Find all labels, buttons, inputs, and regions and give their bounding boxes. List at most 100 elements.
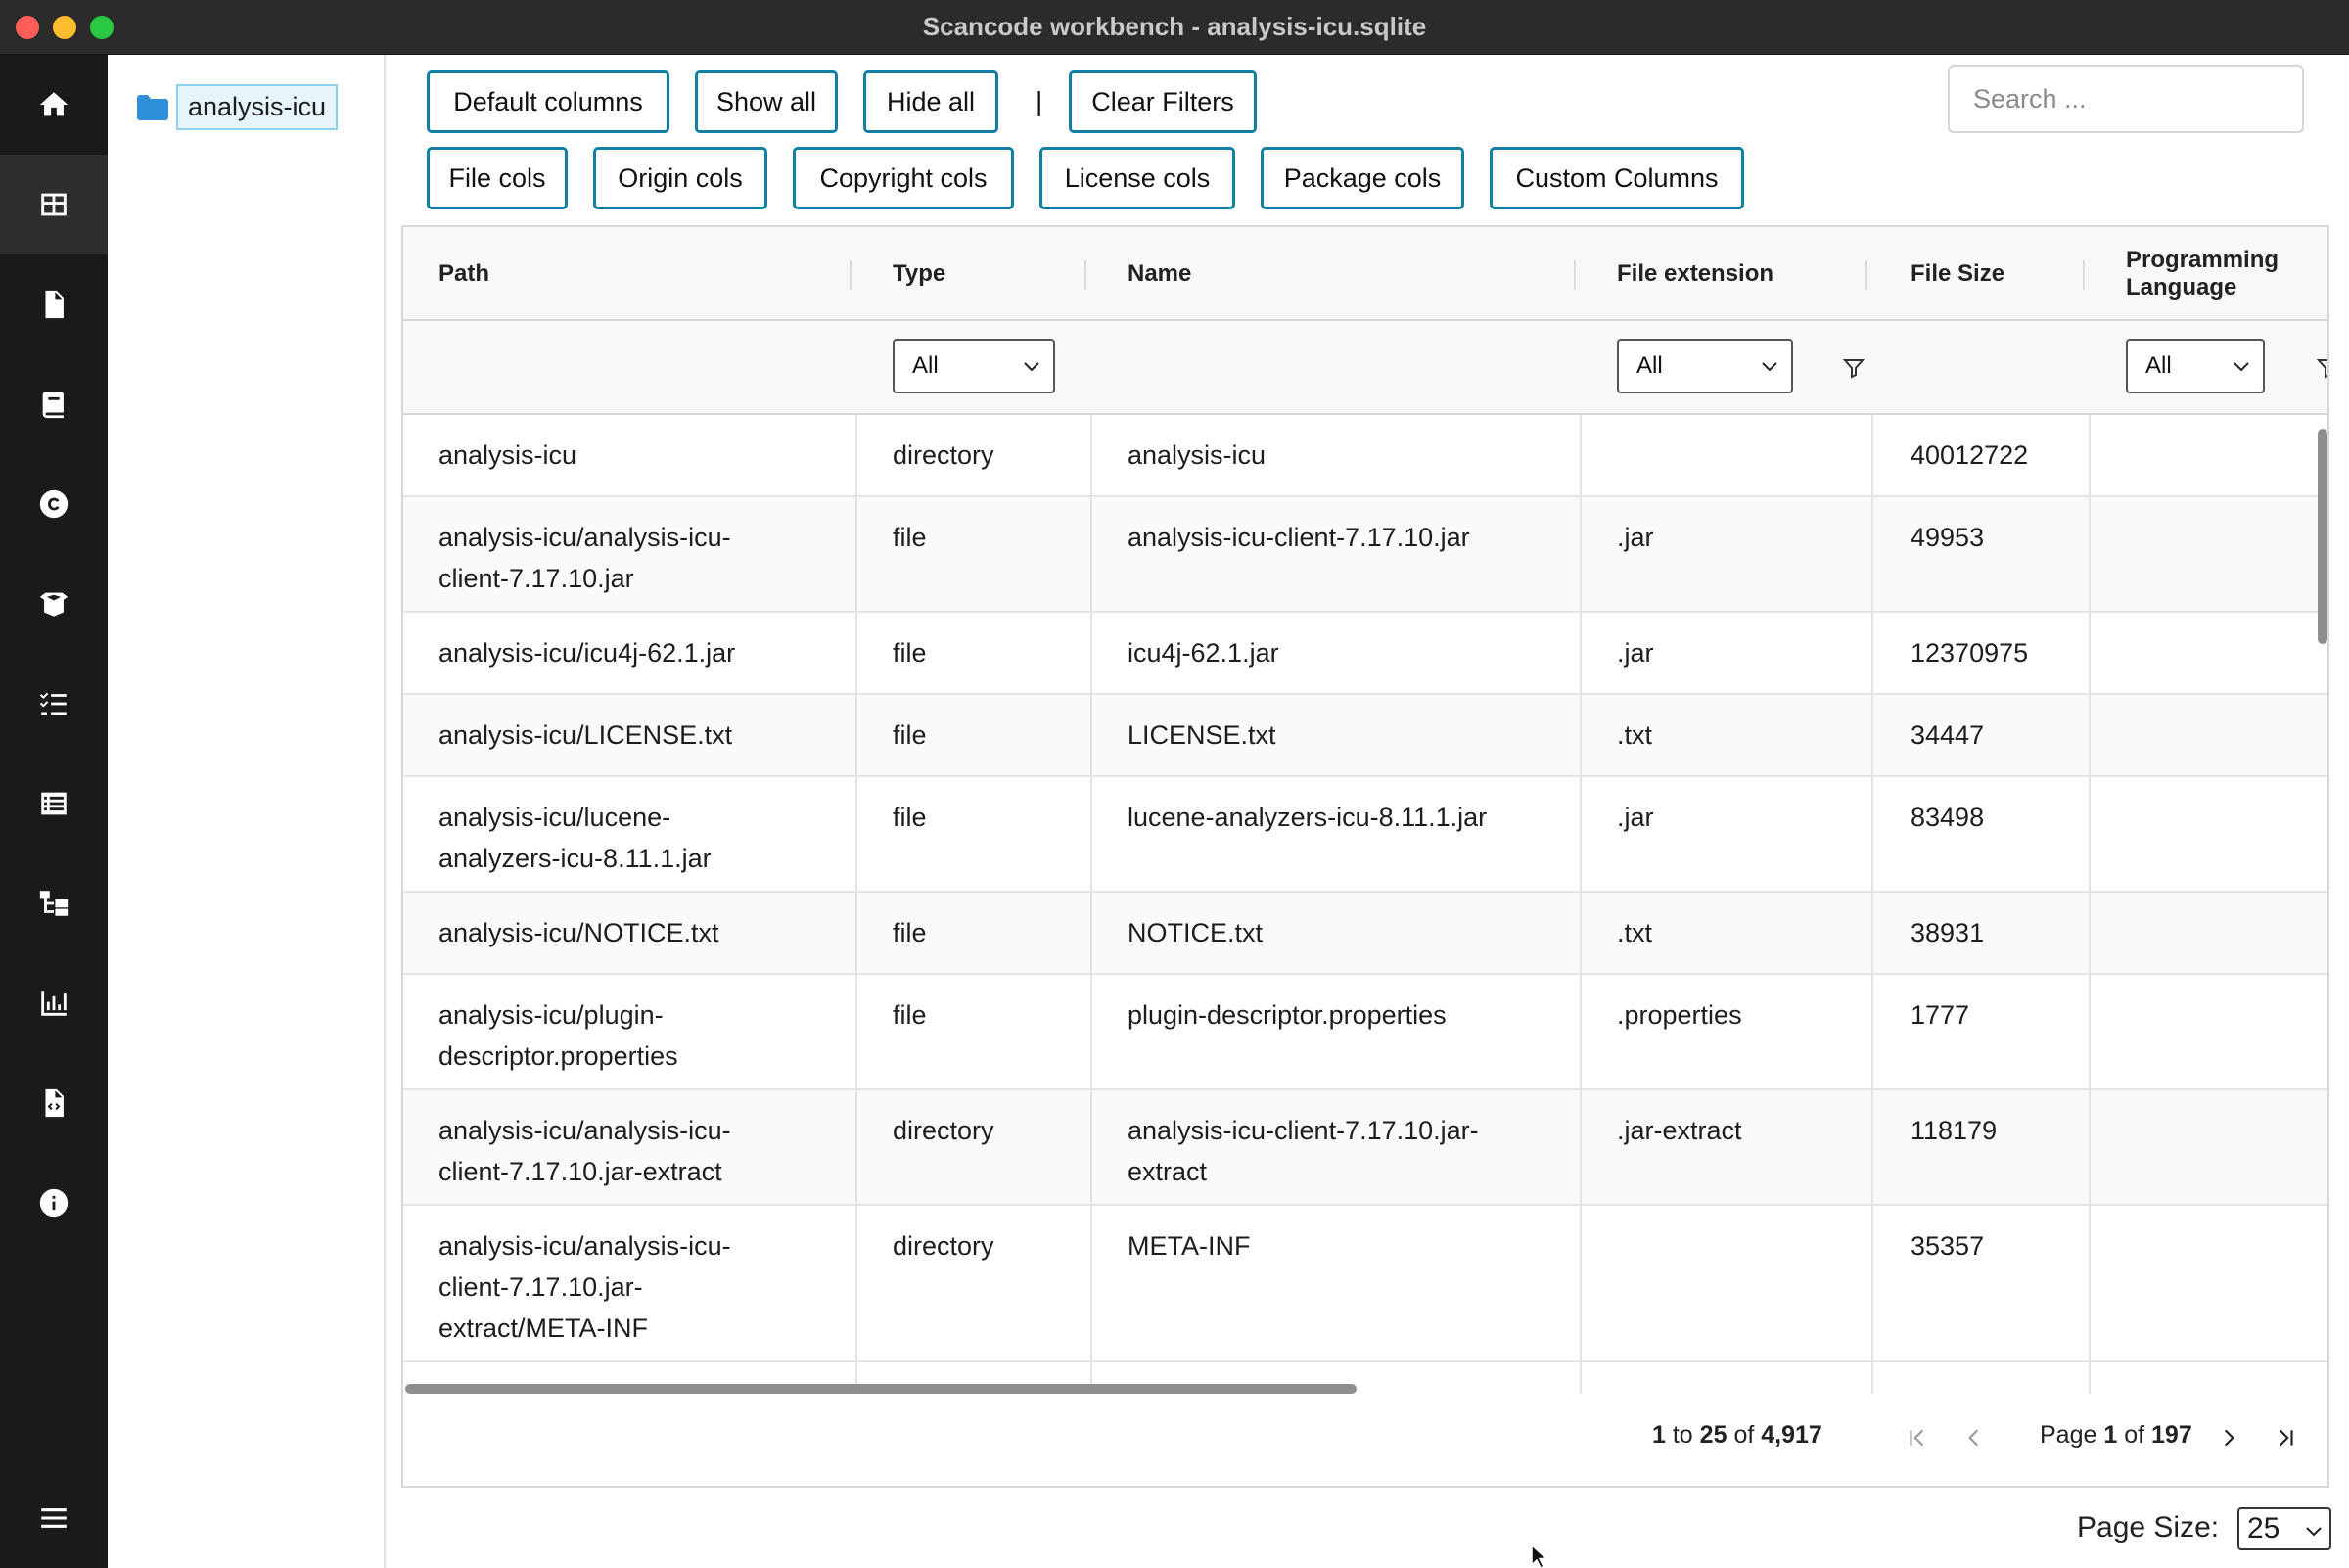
- cell-name-line: analysis-icu: [1128, 440, 1267, 470]
- file-cols-button[interactable]: File cols: [427, 147, 568, 209]
- previous-page-button[interactable]: [1958, 1421, 1991, 1454]
- default-columns-button[interactable]: Default columns: [427, 70, 669, 133]
- nav-menu-toggle[interactable]: [0, 1468, 108, 1568]
- nav-license-info[interactable]: [0, 354, 108, 454]
- page-size-select[interactable]: 25: [2237, 1507, 2331, 1550]
- header-type[interactable]: Type: [893, 227, 945, 321]
- table-row[interactable]: analysis-icu/analysis-icu-client-7.17.10…: [403, 1206, 2327, 1362]
- last-page-button[interactable]: [2269, 1421, 2302, 1454]
- current-page: 1: [2103, 1421, 2118, 1449]
- dependency-list-icon: [39, 692, 67, 715]
- nav-tree-view[interactable]: [0, 853, 108, 953]
- type-filter-select[interactable]: All: [893, 339, 1055, 393]
- nav-copyright[interactable]: [0, 454, 108, 554]
- cell-file-extension: .jar: [1617, 523, 1654, 552]
- column-resize-handle[interactable]: [1084, 260, 1086, 290]
- maximize-window-button[interactable]: [90, 16, 114, 39]
- cell-name: plugin-descriptor.properties: [1128, 994, 1447, 1036]
- range-total: 4,917: [1761, 1421, 1822, 1449]
- nav-scan-info[interactable]: [0, 1053, 108, 1153]
- package-cols-button[interactable]: Package cols: [1261, 147, 1464, 209]
- cell-type: file: [893, 720, 927, 750]
- cell-name-line: NOTICE.txt: [1128, 918, 1264, 947]
- nav-file-info[interactable]: [0, 254, 108, 354]
- table-row[interactable]: analysis-icu/icu4j-62.1.jar file icu4j-62.…: [403, 613, 2327, 695]
- page-size-value: 25: [2247, 1512, 2280, 1545]
- window-controls: [16, 16, 114, 39]
- table-row[interactable]: analysis-icu/plugin-descriptor.propertie…: [403, 975, 2327, 1090]
- cell-file-extension: .txt: [1617, 918, 1653, 947]
- tree-node-label[interactable]: analysis-icu: [176, 84, 339, 130]
- nav-dependencies[interactable]: [0, 654, 108, 754]
- programming-language-filter-select[interactable]: All: [2126, 339, 2265, 393]
- nav-home[interactable]: [0, 55, 108, 155]
- license-cols-button[interactable]: License cols: [1039, 147, 1235, 209]
- cell-path-line: analysis-icu/NOTICE.txt: [438, 918, 719, 947]
- about-info-icon: [39, 1188, 69, 1218]
- cell-name-line: extract: [1128, 1157, 1208, 1186]
- column-divider: [2089, 415, 2091, 1394]
- nav-about[interactable]: [0, 1153, 108, 1253]
- header-file-extension[interactable]: File extension: [1617, 227, 1773, 321]
- cell-type: file: [893, 918, 927, 947]
- header-path[interactable]: Path: [438, 227, 489, 321]
- nav-chart-summary[interactable]: [0, 953, 108, 1053]
- table-row[interactable]: analysis-icu/lucene-analyzers-icu-8.11.1…: [403, 777, 2327, 893]
- page-count: 197: [2151, 1421, 2192, 1449]
- nav-packages[interactable]: [0, 554, 108, 654]
- cell-file-size: 83498: [1911, 803, 1985, 832]
- next-page-button[interactable]: [2212, 1421, 2245, 1454]
- column-divider: [1090, 415, 1092, 1394]
- table-row[interactable]: analysis-icu/analysis-icu-client-7.17.10…: [403, 497, 2327, 613]
- cell-path-line: analysis-icu/analysis-icu-: [438, 523, 731, 552]
- horizontal-scrollbar[interactable]: [405, 1384, 1357, 1394]
- vertical-scrollbar[interactable]: [2318, 429, 2327, 644]
- copyright-cols-button[interactable]: Copyright cols: [793, 147, 1014, 209]
- cell-path: analysis-icu/lucene-analyzers-icu-8.11.1…: [438, 797, 712, 879]
- cell-name-line: analysis-icu-client-7.17.10.jar-: [1128, 1116, 1479, 1145]
- pagination-bar: 1 to 25 of 4,917 Page 1 of 197: [401, 1394, 2329, 1488]
- column-resize-handle[interactable]: [2083, 260, 2085, 290]
- cell-path-line: analysis-icu: [438, 440, 577, 470]
- cell-path-line: analysis-icu/lucene-: [438, 803, 671, 832]
- table-row[interactable]: analysis-icu/NOTICE.txt file NOTICE.txt .tx…: [403, 893, 2327, 975]
- header-name[interactable]: Name: [1128, 227, 1191, 321]
- header-programming-language[interactable]: Programming Language: [2126, 227, 2279, 321]
- window-title: Scancode workbench - analysis-icu.sqlite: [922, 12, 1427, 41]
- clear-filters-button[interactable]: Clear Filters: [1069, 70, 1257, 133]
- header-file-size[interactable]: File Size: [1911, 227, 2004, 321]
- header-programming-language-line1: Programming: [2126, 247, 2280, 273]
- chart-summary-icon: [41, 991, 67, 1016]
- cell-path-line: client-7.17.10.jar-extract: [438, 1157, 722, 1186]
- custom-columns-button[interactable]: Custom Columns: [1490, 147, 1744, 209]
- show-all-button[interactable]: Show all: [695, 70, 838, 133]
- cell-path: analysis-icu/analysis-icu-client-7.17.10…: [438, 517, 731, 599]
- license-info-icon: [42, 392, 64, 419]
- table-row[interactable]: analysis-icu/LICENSE.txt file LICENSE.txt.…: [403, 695, 2327, 777]
- file-extension-filter-select[interactable]: All: [1617, 339, 1793, 393]
- nav-table-view[interactable]: [0, 155, 108, 254]
- programming-language-filter-value: All: [2145, 352, 2172, 379]
- table-row[interactable]: analysis-icu/analysis-icu-client-7.17.10…: [403, 1090, 2327, 1206]
- data-grid: Path Type Name File extension File Size …: [401, 225, 2329, 1396]
- column-resize-handle[interactable]: [850, 260, 852, 290]
- column-resize-handle[interactable]: [1865, 260, 1867, 290]
- first-page-button[interactable]: [1901, 1421, 1934, 1454]
- cell-path: analysis-icu/analysis-icu-client-7.17.10…: [438, 1225, 731, 1349]
- cell-file-size: 1777: [1911, 1000, 1970, 1030]
- close-window-button[interactable]: [16, 16, 39, 39]
- filter-funnel-icon[interactable]: [2316, 356, 2329, 380]
- minimize-window-button[interactable]: [53, 16, 76, 39]
- column-resize-handle[interactable]: [1574, 260, 1576, 290]
- chevron-down-icon: [1024, 362, 1039, 372]
- filter-funnel-icon[interactable]: [1842, 356, 1865, 380]
- table-row[interactable]: analysis-icu directory analysis-icu 4001272…: [403, 415, 2327, 497]
- tree-node-root[interactable]: analysis-icu: [137, 84, 339, 130]
- origin-cols-button[interactable]: Origin cols: [593, 147, 767, 209]
- hide-all-button[interactable]: Hide all: [863, 70, 998, 133]
- last-page-icon: [2279, 1429, 2293, 1447]
- cell-file-extension: .jar: [1617, 638, 1654, 668]
- search-input[interactable]: [1948, 65, 2304, 133]
- folder-icon: [137, 94, 168, 120]
- nav-license-detections[interactable]: [0, 754, 108, 853]
